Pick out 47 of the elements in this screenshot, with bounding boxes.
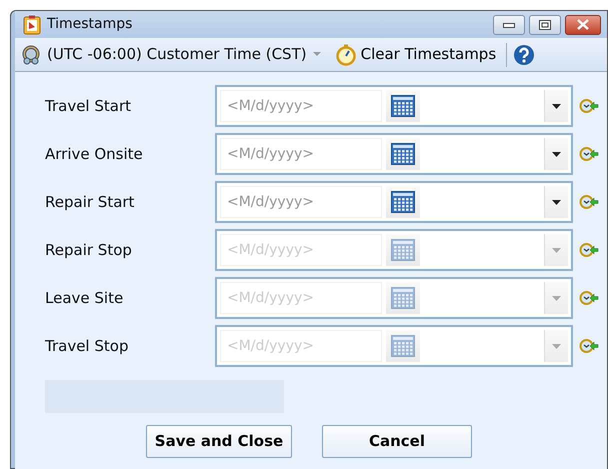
date-time-picker[interactable]: <M/d/yyyy> bbox=[215, 181, 573, 223]
minimize-icon bbox=[503, 22, 515, 28]
minimize-button[interactable] bbox=[493, 14, 525, 34]
add-time-icon[interactable] bbox=[579, 338, 599, 354]
close-button[interactable] bbox=[565, 14, 601, 34]
calendar-icon bbox=[391, 95, 415, 117]
calendar-icon bbox=[391, 239, 415, 261]
window-title: Timestamps bbox=[47, 15, 132, 34]
maximize-button[interactable] bbox=[529, 14, 561, 34]
clipboard-icon bbox=[23, 14, 41, 34]
add-time-icon[interactable] bbox=[579, 242, 599, 258]
date-time-picker[interactable]: <M/d/yyyy> bbox=[215, 133, 573, 175]
help-icon[interactable] bbox=[513, 44, 536, 66]
calendar-button[interactable] bbox=[386, 186, 420, 218]
caret-icon bbox=[552, 248, 561, 252]
calendar-icon bbox=[391, 191, 415, 213]
field-label: Arrive Onsite bbox=[45, 144, 144, 165]
stopwatch-icon bbox=[334, 44, 357, 66]
caret-icon bbox=[552, 104, 561, 108]
maximize-icon bbox=[539, 20, 551, 30]
time-zone-dropdown[interactable]: (UTC -06:00) Customer Time (CST) bbox=[47, 43, 307, 66]
field-label: Leave Site bbox=[45, 288, 124, 309]
dropdown-button[interactable] bbox=[544, 138, 568, 170]
field-label: Travel Stop bbox=[45, 336, 130, 357]
field-label: Repair Start bbox=[45, 192, 136, 213]
caret-icon bbox=[552, 200, 561, 204]
calendar-button[interactable] bbox=[386, 90, 420, 122]
caret-icon bbox=[552, 152, 561, 156]
caret-icon bbox=[552, 296, 561, 300]
save-and-close-button[interactable]: Save and Close bbox=[146, 425, 292, 458]
add-time-icon[interactable] bbox=[579, 146, 599, 162]
cancel-button[interactable]: Cancel bbox=[322, 425, 472, 458]
calendar-icon bbox=[391, 335, 415, 357]
date-time-picker[interactable]: <M/d/yyyy> bbox=[215, 85, 573, 127]
field-label: Repair Stop bbox=[45, 240, 133, 261]
add-time-icon[interactable] bbox=[579, 98, 599, 114]
calendar-button[interactable] bbox=[386, 138, 420, 170]
add-time-icon[interactable] bbox=[579, 194, 599, 210]
add-time-icon[interactable] bbox=[579, 290, 599, 306]
calendar-icon bbox=[391, 143, 415, 165]
clear-timestamps-button[interactable]: Clear Timestamps bbox=[334, 43, 496, 66]
field-label: Travel Start bbox=[45, 96, 132, 117]
dropdown-button[interactable] bbox=[544, 186, 568, 218]
calendar-icon bbox=[391, 287, 415, 309]
dropdown-button[interactable] bbox=[544, 90, 568, 122]
caret-icon bbox=[552, 344, 561, 348]
close-icon bbox=[577, 19, 589, 30]
